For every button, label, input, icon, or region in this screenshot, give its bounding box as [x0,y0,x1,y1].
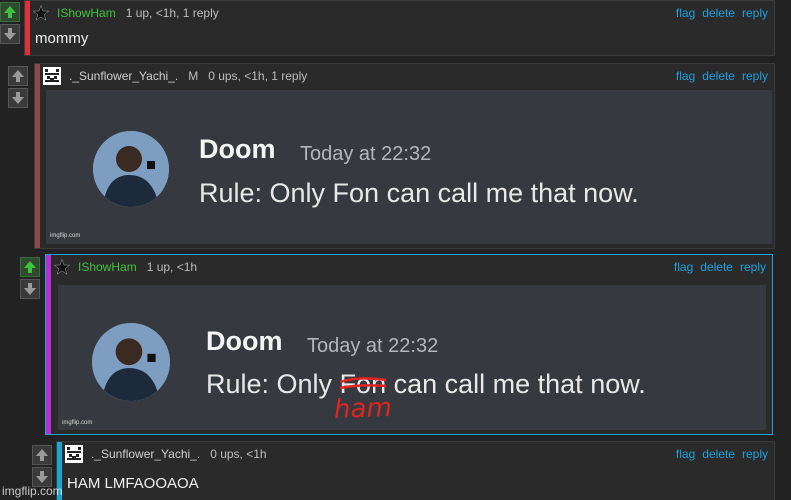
vote-column [20,257,40,299]
down-arrow-icon [11,91,25,105]
up-arrow-icon [23,260,37,274]
comment-header: ._Sunflower_Yachi_. M 0 ups, <1h, 1 repl… [43,67,768,85]
discord-timestamp: Today at 22:32 [300,143,432,165]
downvote-button[interactable] [20,279,40,299]
comment-meta: 0 ups, <1h [210,447,267,461]
comment-meta: 1 up, <1h, 1 reply [125,6,219,20]
message-part: can call me that now. [386,369,646,399]
delete-link[interactable]: delete [702,69,735,83]
comment-actions: flag delete reply [676,447,768,461]
comment-body: IShowHam 1 up, <1h flag delete reply Doo… [45,254,773,435]
thread-bar [25,1,30,55]
comment-header: ._Sunflower_Yachi_. 0 ups, <1h flag dele… [65,445,768,463]
comment-header: IShowHam 1 up, <1h flag delete reply [54,258,766,276]
username[interactable]: ._Sunflower_Yachi_. [69,69,178,83]
reply-link[interactable]: reply [742,6,768,20]
message-part: Rule: Only [206,369,340,399]
username[interactable]: IShowHam [57,6,116,20]
discord-message: Rule: Only Fon can call me that now. [199,178,639,208]
profile-picture [93,131,169,207]
comment-text: HAM LMFAOOAOA [67,475,199,492]
upvote-button[interactable] [8,66,28,86]
username[interactable]: IShowHam [78,260,137,274]
down-arrow-icon [23,282,37,296]
star-icon [33,5,49,21]
up-arrow-icon [3,5,17,19]
star-icon [54,259,70,275]
discord-message: Rule: Only Fon can call me that now. [206,369,646,400]
vote-column [8,66,28,108]
edited-discord-screenshot-image[interactable]: Doom Today at 22:32 Rule: Only Fon can c… [58,285,766,430]
delete-link[interactable]: delete [702,6,735,20]
downvote-button[interactable] [0,24,20,44]
discord-username: Doom [206,326,283,356]
comment-meta: 0 ups, <1h, 1 reply [208,69,308,83]
vote-column [32,445,52,487]
downvote-button[interactable] [8,88,28,108]
delete-link[interactable]: delete [700,260,733,274]
discord-screenshot-image[interactable]: Doom Today at 22:32 Rule: Only Fon can c… [46,90,772,244]
mod-badge: M [188,69,199,83]
delete-link[interactable]: delete [702,447,735,461]
comment-body: ._Sunflower_Yachi_. M 0 ups, <1h, 1 repl… [34,63,775,249]
up-arrow-icon [11,69,25,83]
down-arrow-icon [35,470,49,484]
upvote-button[interactable] [0,2,20,22]
reply-link[interactable]: reply [740,260,766,274]
image-watermark: imgflip.com [50,233,81,239]
flag-link[interactable]: flag [676,6,695,20]
handwritten-correction: ham [333,393,393,425]
comment-meta: 1 up, <1h [146,260,198,274]
comment-body: ._Sunflower_Yachi_. 0 ups, <1h flag dele… [56,441,775,500]
person-silhouette-icon [93,131,169,207]
image-watermark: imgflip.com [62,420,93,426]
thread-bar [35,64,40,248]
thread-bar [46,255,51,434]
reply-link[interactable]: reply [742,69,768,83]
up-arrow-icon [35,448,49,462]
comment-actions: flag delete reply [674,260,766,274]
upvote-button[interactable] [32,445,52,465]
upvote-button[interactable] [20,257,40,277]
pixel-avatar-icon [43,67,61,85]
profile-picture [92,323,170,401]
vote-column [0,2,20,44]
comment-actions: flag delete reply [676,69,768,83]
username[interactable]: ._Sunflower_Yachi_. [91,447,200,461]
flag-link[interactable]: flag [674,260,693,274]
reply-link[interactable]: reply [742,447,768,461]
comment-text: mommy [35,30,89,47]
comment-actions: flag delete reply [676,6,768,20]
site-watermark: imgflip.com [2,484,63,498]
flag-link[interactable]: flag [676,69,695,83]
down-arrow-icon [3,27,17,41]
person-silhouette-icon [92,323,170,401]
comment-header: IShowHam 1 up, <1h, 1 reply flag delete … [33,4,768,22]
pixel-avatar-icon [65,445,83,463]
discord-timestamp: Today at 22:32 [307,335,439,357]
comment-body: IShowHam 1 up, <1h, 1 reply flag delete … [24,0,775,56]
discord-username: Doom [199,134,276,164]
flag-link[interactable]: flag [676,447,695,461]
